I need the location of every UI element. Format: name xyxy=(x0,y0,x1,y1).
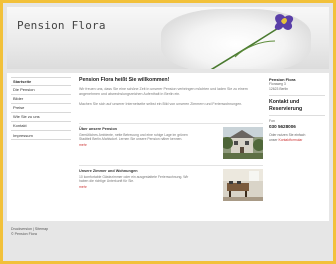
page: Pension Flora Startseite Die Pension Bil… xyxy=(3,3,333,261)
more-link[interactable]: mehr xyxy=(79,185,197,189)
nav-item-impressum[interactable]: Impressum xyxy=(11,132,71,141)
header: Pension Flora xyxy=(7,7,329,69)
address-city: 12623 Berlin xyxy=(269,86,289,91)
site-title: Pension Flora xyxy=(17,19,106,32)
divider xyxy=(269,115,325,116)
teaser-text: Gemütliches Ambiente, nette Betreuung un… xyxy=(79,133,188,142)
nav-item-die-pension[interactable]: Die Pension xyxy=(11,86,71,95)
teaser-title: Über unsere Pension xyxy=(79,127,117,131)
welcome-text: Wir freuen uns, dass Sie eine schöne Zei… xyxy=(79,87,248,96)
contact-form-link[interactable]: Kontaktformular xyxy=(278,138,302,142)
teaser-title: Unsere Zimmer und Wohnungen xyxy=(79,169,138,173)
contact-sidebar: Pension Flora Floraweg 3 12623 Berlin Ko… xyxy=(269,77,325,142)
more-link[interactable]: mehr xyxy=(79,143,197,147)
divider xyxy=(79,165,263,166)
main-content: Pension Flora heißt Sie willkommen! Wir … xyxy=(79,77,263,201)
phone-number: 030 5628006 xyxy=(269,124,296,129)
sidebar-nav: Startseite Die Pension Bilder Preise Wie… xyxy=(11,77,71,141)
footer: Druckversion | Sitemap © Pension Flora xyxy=(11,227,211,236)
nav-item-bilder[interactable]: Bilder xyxy=(11,95,71,104)
teaser-pension: Über unsere Pension Gemütliches Ambiente… xyxy=(79,123,263,167)
teaser-text: 10 komfortable Gästezimmer oder ein ausg… xyxy=(79,175,189,184)
contact-heading: Kontakt und Reservierung xyxy=(269,99,303,112)
intro-text: Machen Sie sich auf unserer Internetseit… xyxy=(79,102,243,106)
phone-label: Fon xyxy=(269,119,275,123)
copyright: © Pension Flora xyxy=(11,232,37,236)
divider xyxy=(269,95,325,97)
divider xyxy=(79,123,263,124)
content-area: Startseite Die Pension Bilder Preise Wie… xyxy=(7,73,329,221)
iris-flower-image xyxy=(210,14,294,69)
nav-item-startseite[interactable]: Startseite xyxy=(11,77,71,86)
nav-item-wie-sie-zu-uns[interactable]: Wie Sie zu uns xyxy=(11,113,71,122)
welcome-heading: Pension Flora heißt Sie willkommen! xyxy=(79,77,170,83)
house-photo[interactable] xyxy=(223,127,263,159)
room-photo[interactable] xyxy=(223,169,263,201)
nav-item-kontakt[interactable]: Kontakt xyxy=(11,122,71,131)
teaser-zimmer: Unsere Zimmer und Wohnungen 10 komfortab… xyxy=(79,165,263,209)
footer-links[interactable]: Druckversion | Sitemap xyxy=(11,227,211,231)
contact-note: Oder nutzen Sie einfach unser Kontaktfor… xyxy=(269,133,306,142)
nav-item-preise[interactable]: Preise xyxy=(11,104,71,113)
